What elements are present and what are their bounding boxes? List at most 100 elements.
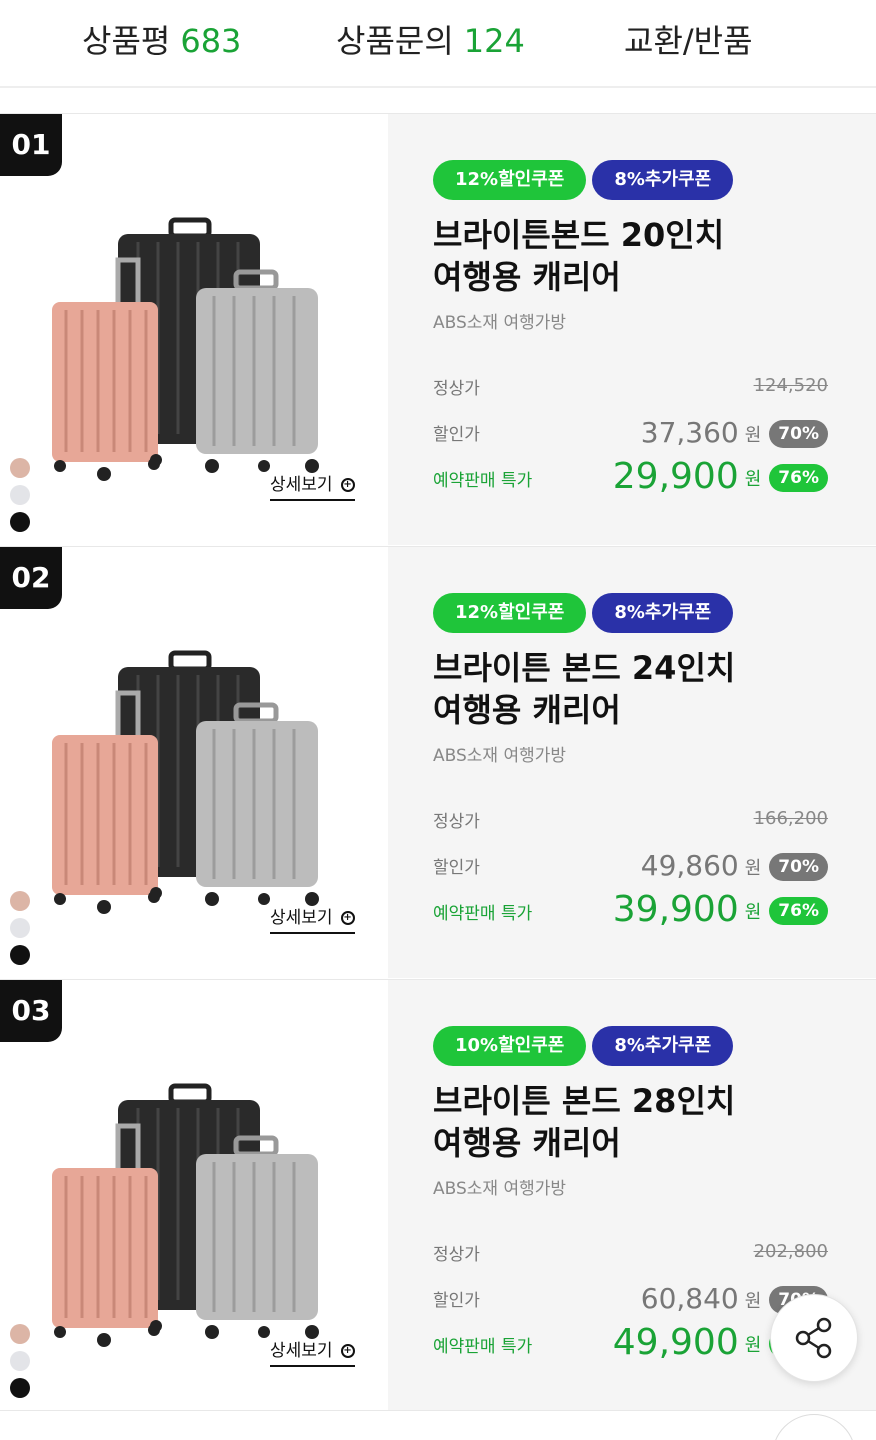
- sale-price-row: 예약판매 특가 29,900 원 76%: [433, 456, 828, 497]
- product-name-line2: 여행용 캐리어: [433, 691, 621, 729]
- product-info: 12%할인쿠폰 8%추가쿠폰 브라이튼본드 20인치 여행용 캐리어 ABS소재 …: [388, 114, 876, 545]
- divider: [0, 1410, 876, 1411]
- normal-price: 202,800: [753, 1241, 828, 1262]
- discount-price: 37,360: [640, 416, 739, 449]
- coupon-badges: 12%할인쿠폰 8%추가쿠폰: [433, 593, 739, 633]
- product-card[interactable]: 03 상세보기 + 10%할인쿠폰 8%추가쿠폰 브라이튼 본드 28인치 여행…: [0, 979, 876, 1411]
- product-image-area[interactable]: 03 상세보기 +: [0, 980, 388, 1411]
- product-card[interactable]: 02 상세보기 + 12%할인쿠폰 8%추가쿠폰 브라이튼 본드 24인치 여행…: [0, 546, 876, 978]
- coupon-badges: 10%할인쿠폰 8%추가쿠폰: [433, 1026, 739, 1066]
- rank-badge: 03: [0, 980, 62, 1042]
- sale-price-label: 예약판매 특가: [433, 471, 533, 491]
- sale-price-label: 예약판매 특가: [433, 904, 533, 924]
- product-name-line1: 브라이튼 본드 24인치: [433, 649, 736, 687]
- normal-price-label: 정상가: [433, 812, 480, 832]
- sale-price-row: 예약판매 특가 49,900원76%: [433, 1322, 828, 1363]
- color-swatch-silver[interactable]: [10, 1351, 30, 1371]
- discount-price-label: 할인가: [433, 1291, 480, 1311]
- discount-coupon-badge[interactable]: 12%할인쿠폰: [433, 593, 587, 633]
- product-name-line1: 브라이튼본드 20인치: [433, 216, 725, 254]
- product-name-line2: 여행용 캐리어: [433, 258, 621, 296]
- extra-coupon-badge[interactable]: 8%추가쿠폰: [592, 593, 734, 633]
- won-unit: 원: [744, 1335, 762, 1356]
- color-swatch-black[interactable]: [10, 512, 30, 532]
- discount-percent-badge: 70%: [769, 853, 828, 881]
- zoom-in-icon: +: [340, 1344, 355, 1358]
- product-image-area[interactable]: 02 상세보기 +: [0, 547, 388, 978]
- normal-price-row: 정상가 124,520: [433, 364, 828, 404]
- discount-price: 49,860: [640, 849, 739, 882]
- rank-badge: 02: [0, 547, 62, 609]
- detail-link[interactable]: 상세보기 +: [270, 903, 355, 934]
- scroll-top-button[interactable]: [772, 1414, 856, 1440]
- detail-link[interactable]: 상세보기 +: [270, 1336, 355, 1367]
- tab-inquiries-count: 124: [463, 22, 525, 60]
- tab-reviews-count: 683: [180, 22, 242, 60]
- product-name[interactable]: 브라이튼본드 20인치 여행용 캐리어: [433, 214, 724, 298]
- tab-inquiries-label: 상품문의: [336, 22, 454, 60]
- normal-price-label: 정상가: [433, 1245, 480, 1265]
- discount-coupon-badge[interactable]: 12%할인쿠폰: [433, 160, 587, 200]
- normal-price: 124,520: [753, 375, 828, 396]
- discount-coupon-badge[interactable]: 10%할인쿠폰: [433, 1026, 587, 1066]
- detail-link-label: 상세보기: [270, 908, 333, 928]
- zoom-in-icon: +: [340, 911, 355, 925]
- color-swatch-rose[interactable]: [10, 458, 30, 478]
- sale-price-row: 예약판매 특가 39,900 원 76%: [433, 889, 828, 930]
- share-button[interactable]: [770, 1294, 858, 1382]
- sale-price: 39,900: [612, 889, 739, 930]
- discount-price-label: 할인가: [433, 858, 480, 878]
- product-subtitle: ABS소재 여행가방: [433, 313, 567, 333]
- product-info: 12%할인쿠폰 8%추가쿠폰 브라이튼 본드 24인치 여행용 캐리어 ABS소재…: [388, 547, 876, 978]
- sale-price: 29,900: [612, 456, 739, 497]
- tab-exchange-label: 교환/반품: [624, 22, 753, 60]
- normal-price-row: 정상가 166,200: [433, 797, 828, 837]
- product-name[interactable]: 브라이튼 본드 28인치 여행용 캐리어: [433, 1080, 735, 1164]
- luggage-image: [52, 650, 319, 914]
- color-swatch-rose[interactable]: [10, 1324, 30, 1344]
- discount-price-label: 할인가: [433, 425, 480, 445]
- detail-link-label: 상세보기: [270, 1341, 333, 1361]
- tab-reviews[interactable]: 상품평 683: [82, 16, 241, 62]
- won-unit: 원: [744, 902, 762, 923]
- product-name-line1: 브라이튼 본드 28인치: [433, 1082, 736, 1120]
- discount-price-row: 할인가 37,360 원 70%: [433, 410, 828, 450]
- won-unit: 원: [744, 425, 762, 446]
- coupon-badges: 12%할인쿠폰 8%추가쿠폰: [433, 160, 739, 200]
- extra-coupon-badge[interactable]: 8%추가쿠폰: [592, 160, 734, 200]
- product-name[interactable]: 브라이튼 본드 24인치 여행용 캐리어: [433, 647, 735, 731]
- detail-link-label: 상세보기: [270, 475, 333, 495]
- color-swatch-silver[interactable]: [10, 485, 30, 505]
- normal-price-label: 정상가: [433, 379, 480, 399]
- product-subtitle: ABS소재 여행가방: [433, 1179, 567, 1199]
- rank-badge: 01: [0, 114, 62, 176]
- product-name-line2: 여행용 캐리어: [433, 1124, 621, 1162]
- tab-inquiries[interactable]: 상품문의 124: [336, 16, 525, 62]
- discount-price-row: 할인가 60,840원70%: [433, 1276, 828, 1316]
- product-card[interactable]: 01 상세보기 + 12%할인쿠폰 8%추가쿠폰 브라이튼본드 20인치 여행용…: [0, 113, 876, 545]
- discount-percent-badge: 70%: [769, 420, 828, 448]
- sale-price-label: 예약판매 특가: [433, 1337, 533, 1357]
- zoom-in-icon: +: [340, 478, 355, 492]
- tab-exchange-return[interactable]: 교환/반품: [624, 16, 753, 62]
- share-icon: [795, 1317, 832, 1359]
- luggage-image: [52, 1083, 319, 1347]
- color-swatch-silver[interactable]: [10, 918, 30, 938]
- tab-reviews-label: 상품평: [82, 22, 171, 60]
- color-swatch-black[interactable]: [10, 1378, 30, 1398]
- product-image-area[interactable]: 01 상세보기 +: [0, 114, 388, 545]
- extra-coupon-badge[interactable]: 8%추가쿠폰: [592, 1026, 734, 1066]
- discount-price-row: 할인가 49,860 원 70%: [433, 843, 828, 883]
- normal-price-row: 정상가 202,800: [433, 1230, 828, 1270]
- detail-link[interactable]: 상세보기 +: [270, 470, 355, 501]
- color-swatch-black[interactable]: [10, 945, 30, 965]
- won-unit: 원: [744, 858, 762, 879]
- won-unit: 원: [744, 469, 762, 490]
- color-swatch-rose[interactable]: [10, 891, 30, 911]
- won-unit: 원: [744, 1291, 762, 1312]
- normal-price: 166,200: [753, 808, 828, 829]
- sale-percent-badge: 76%: [769, 464, 828, 492]
- discount-price: 60,840: [640, 1282, 739, 1315]
- product-subtitle: ABS소재 여행가방: [433, 746, 567, 766]
- luggage-image: [52, 217, 319, 481]
